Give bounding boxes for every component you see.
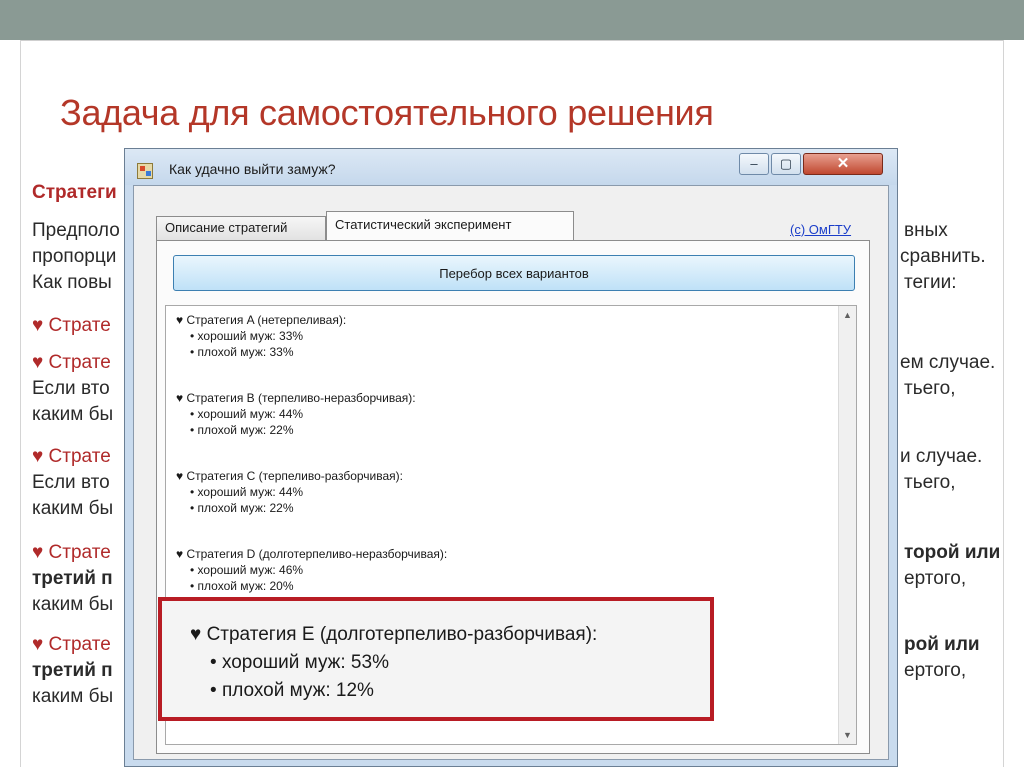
strategy-block: ♥ Стратегия A (нетерпеливая): • хороший …	[176, 312, 346, 360]
strategy-name: Стратегия C (терпеливо-разборчивая):	[186, 469, 403, 483]
bg-text-left: третий п	[32, 660, 113, 681]
bg-text-left: каким бы	[32, 498, 114, 519]
bg-text-left: Как повы	[32, 272, 112, 293]
heart-icon: ♥	[190, 624, 202, 645]
strategy-e-callout: ♥ Стратегия E (долготерпеливо-разборчива…	[158, 597, 714, 721]
bg-text-left: ♥ Страте	[32, 542, 111, 563]
strategy-good-result: хороший муж: 44%	[197, 407, 304, 421]
slide-frame-top	[20, 40, 1004, 41]
bg-text-left: пропорци	[32, 246, 117, 267]
enumerate-all-variants-button[interactable]: Перебор всех вариантов	[173, 255, 855, 291]
bullet-icon: •	[210, 652, 217, 673]
heart-icon: ♥	[176, 547, 184, 561]
strategy-good-result: хороший муж: 33%	[197, 329, 304, 343]
heart-icon: ♥	[176, 469, 184, 483]
bg-text-right: ертого,	[904, 568, 967, 589]
strategy-block: ♥ Стратегия C (терпеливо-разборчивая): •…	[176, 468, 403, 516]
heart-icon: ♥	[176, 313, 184, 327]
bg-text-left: третий п	[32, 568, 113, 589]
strategy-good-result: хороший муж: 44%	[197, 485, 304, 499]
strategy-good-result: хороший муж: 46%	[197, 563, 304, 577]
minimize-button[interactable]: ‒	[739, 153, 769, 175]
strategy-block: ♥ Стратегия B (терпеливо-неразборчивая):…	[176, 390, 416, 438]
strategy-good-result: хороший муж: 53%	[221, 652, 389, 673]
slide-frame-right	[1003, 40, 1004, 767]
bg-text-right: торой или	[904, 542, 1001, 563]
maximize-button[interactable]: ▢	[771, 153, 801, 175]
bg-text-right: вных	[904, 220, 948, 241]
tab-strategy-description[interactable]: Описание стратегий	[156, 216, 326, 240]
close-button[interactable]: ✕	[803, 153, 883, 175]
strategy-bad-result: плохой муж: 22%	[197, 501, 294, 515]
strategy-name: Стратегия B (терпеливо-неразборчивая):	[186, 391, 416, 405]
bg-text-left: Если вто	[32, 472, 110, 493]
window-title: Как удачно выйти замуж?	[169, 161, 336, 177]
bg-text-right: ем случае.	[900, 352, 996, 373]
slide-frame-left	[20, 40, 21, 767]
bg-text-left: каким бы	[32, 594, 114, 615]
scroll-up-arrow-icon[interactable]: ▲	[843, 310, 852, 320]
bg-text-right: сравнить.	[900, 246, 986, 267]
bg-text-right: тегии:	[904, 272, 957, 293]
strategy-block-zoomed: ♥ Стратегия E (долготерпеливо-разборчива…	[190, 621, 597, 705]
bullet-icon: •	[190, 563, 195, 577]
bullet-icon: •	[190, 423, 195, 437]
bg-text-right: тьего,	[904, 472, 956, 493]
scroll-down-arrow-icon[interactable]: ▼	[843, 730, 852, 740]
bg-text-left: ♥ Страте	[32, 352, 111, 373]
bg-text-left: каким бы	[32, 686, 114, 707]
vertical-scrollbar[interactable]: ▲ ▼	[838, 306, 856, 744]
omgtu-link[interactable]: (c) ОмГТУ	[790, 222, 851, 237]
bg-text-left: Если вто	[32, 378, 110, 399]
bullet-icon: •	[190, 501, 195, 515]
bullet-icon: •	[190, 579, 195, 593]
strategy-name: Стратегия A (нетерпеливая):	[186, 313, 347, 327]
bg-text-left: Стратеги	[32, 182, 117, 203]
bullet-icon: •	[190, 485, 195, 499]
strategy-bad-result: плохой муж: 22%	[197, 423, 294, 437]
strategy-bad-result: плохой муж: 12%	[221, 680, 374, 701]
bg-text-left: ♥ Страте	[32, 446, 111, 467]
bullet-icon: •	[190, 345, 195, 359]
bullet-icon: •	[190, 407, 195, 421]
bg-text-right: и случае.	[900, 446, 983, 467]
bg-text-right: рой или	[904, 634, 980, 655]
slide-top-bar	[0, 0, 1024, 40]
bullet-icon: •	[190, 329, 195, 343]
strategy-name: Стратегия D (долготерпеливо-неразборчива…	[186, 547, 448, 561]
heart-icon: ♥	[176, 391, 184, 405]
bg-text-left: ♥ Страте	[32, 634, 111, 655]
strategy-name: Стратегия E (долготерпеливо-разборчивая)…	[206, 624, 598, 645]
strategy-block: ♥ Стратегия D (долготерпеливо-неразборчи…	[176, 546, 447, 594]
bg-text-left: ♥ Страте	[32, 315, 111, 336]
bg-text-right: тьего,	[904, 378, 956, 399]
app-icon	[137, 163, 153, 179]
window-title-bar[interactable]: Как удачно выйти замуж? ‒ ▢ ✕	[125, 149, 897, 185]
bg-text-left: каким бы	[32, 404, 114, 425]
bg-text-left: Предполо	[32, 220, 120, 241]
strategy-bad-result: плохой муж: 20%	[197, 579, 294, 593]
tab-statistical-experiment[interactable]: Статистический эксперимент	[326, 211, 574, 241]
slide-title: Задача для самостоятельного решения	[60, 92, 714, 133]
strategy-bad-result: плохой муж: 33%	[197, 345, 294, 359]
bg-text-right: ертого,	[904, 660, 967, 681]
bullet-icon: •	[210, 680, 217, 701]
